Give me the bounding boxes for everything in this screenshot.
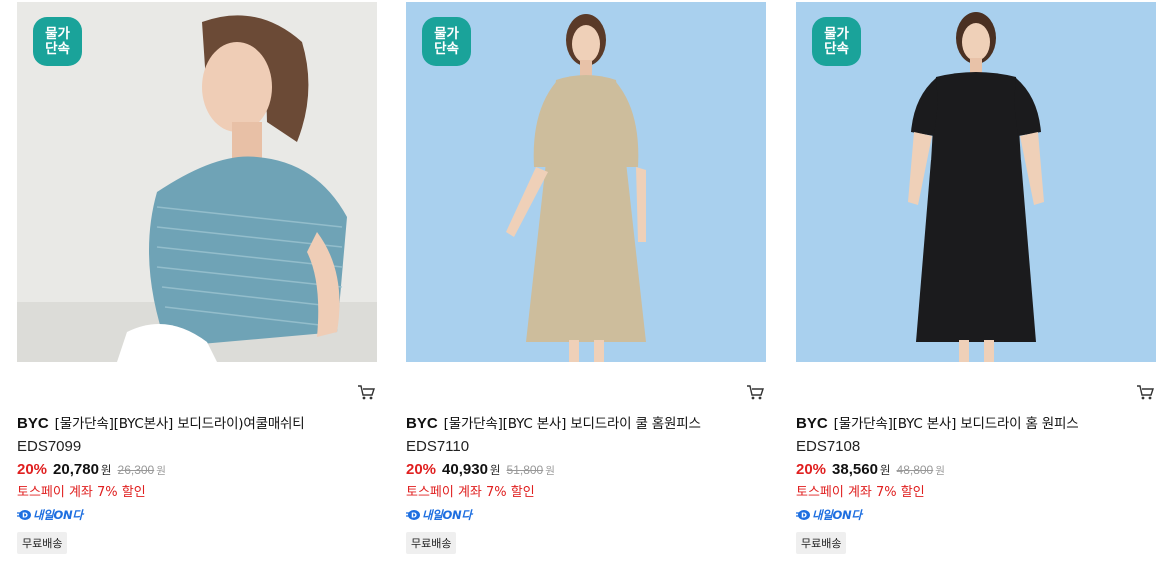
sale-price: 40,930 (442, 461, 488, 478)
cart-icon[interactable] (1134, 381, 1156, 403)
payment-promo: 토스페이 계좌 7% 할인 (796, 485, 925, 500)
price-crackdown-badge: 물가 단속 (812, 17, 861, 66)
product-code: EDS7110 (406, 438, 470, 455)
currency-unit: 원 (100, 463, 112, 477)
delivery-badge: D 내일ON다 (17, 507, 83, 523)
brand-name: BYC (406, 415, 438, 432)
product-image[interactable]: 물가 단속 (17, 2, 377, 362)
free-shipping-tag: 무료배송 (406, 532, 457, 554)
product-grid: 물가 단속 BYC [물가단속][BYC본사] 보디드라이)여쿨매쉬티 EDS70… (0, 0, 1159, 573)
product-name: [물가단속][BYC본사] 보디드라이)여쿨매쉬티 (54, 416, 305, 432)
product-card[interactable]: 물가 단속 BYC [물가단속][BYC 본사] 보디드라이 쿨 홈원피스 EDS… (406, 2, 766, 554)
product-image[interactable]: 물가 단속 (406, 2, 766, 362)
product-name: [물가단속][BYC 본사] 보디드라이 홈 원피스 (833, 416, 1079, 432)
price-crackdown-badge: 물가 단속 (422, 17, 471, 66)
product-card[interactable]: 물가 단속 BYC [물가단속][BYC 본사] 보디드라이 홈 원피스 EDS7… (796, 2, 1156, 554)
delivery-badge: D 내일ON다 (796, 507, 862, 523)
svg-text:D: D (801, 512, 807, 520)
price-row: 20% 38,560 원 48,800 원 (796, 461, 945, 478)
discount-rate: 20% (796, 461, 827, 478)
brand-name: BYC (796, 415, 828, 432)
payment-promo: 토스페이 계좌 7% 할인 (17, 485, 146, 500)
delivery-badge: D 내일ON다 (406, 507, 472, 523)
price-row: 20% 20,780 원 26,300 원 (17, 461, 166, 478)
svg-text:D: D (411, 512, 417, 520)
original-currency-unit: 원 (156, 465, 166, 477)
product-code: EDS7108 (796, 438, 861, 455)
delivery-icon: D (796, 510, 810, 520)
product-code: EDS7099 (17, 438, 82, 455)
currency-unit: 원 (489, 463, 501, 477)
original-price: 48,800 (896, 463, 934, 477)
svg-text:D: D (22, 512, 28, 520)
delivery-label: 내일ON다 (812, 508, 862, 522)
cart-icon[interactable] (355, 381, 377, 403)
discount-rate: 20% (17, 461, 48, 478)
original-price: 26,300 (117, 463, 155, 477)
free-shipping-tag: 무료배송 (796, 532, 847, 554)
product-title[interactable]: BYC [물가단속][BYC본사] 보디드라이)여쿨매쉬티 (17, 415, 377, 433)
delivery-icon: D (406, 510, 420, 520)
original-currency-unit: 원 (545, 465, 555, 477)
cart-icon[interactable] (744, 381, 766, 403)
original-currency-unit: 원 (935, 465, 945, 477)
product-title[interactable]: BYC [물가단속][BYC 본사] 보디드라이 쿨 홈원피스 (406, 415, 766, 433)
product-image[interactable]: 물가 단속 (796, 2, 1156, 362)
free-shipping-tag: 무료배송 (17, 532, 68, 554)
payment-promo: 토스페이 계좌 7% 할인 (406, 485, 535, 500)
sale-price: 38,560 (832, 461, 878, 478)
currency-unit: 원 (879, 463, 891, 477)
sale-price: 20,780 (53, 461, 99, 478)
product-name: [물가단속][BYC 본사] 보디드라이 쿨 홈원피스 (443, 416, 701, 432)
delivery-icon: D (17, 510, 31, 520)
product-card[interactable]: 물가 단속 BYC [물가단속][BYC본사] 보디드라이)여쿨매쉬티 EDS70… (17, 2, 377, 554)
delivery-label: 내일ON다 (422, 508, 472, 522)
original-price: 51,800 (506, 463, 544, 477)
product-title[interactable]: BYC [물가단속][BYC 본사] 보디드라이 홈 원피스 (796, 415, 1156, 433)
delivery-label: 내일ON다 (33, 508, 83, 522)
brand-name: BYC (17, 415, 49, 432)
discount-rate: 20% (406, 461, 437, 478)
price-crackdown-badge: 물가 단속 (33, 17, 82, 66)
price-row: 20% 40,930 원 51,800 원 (406, 461, 555, 478)
